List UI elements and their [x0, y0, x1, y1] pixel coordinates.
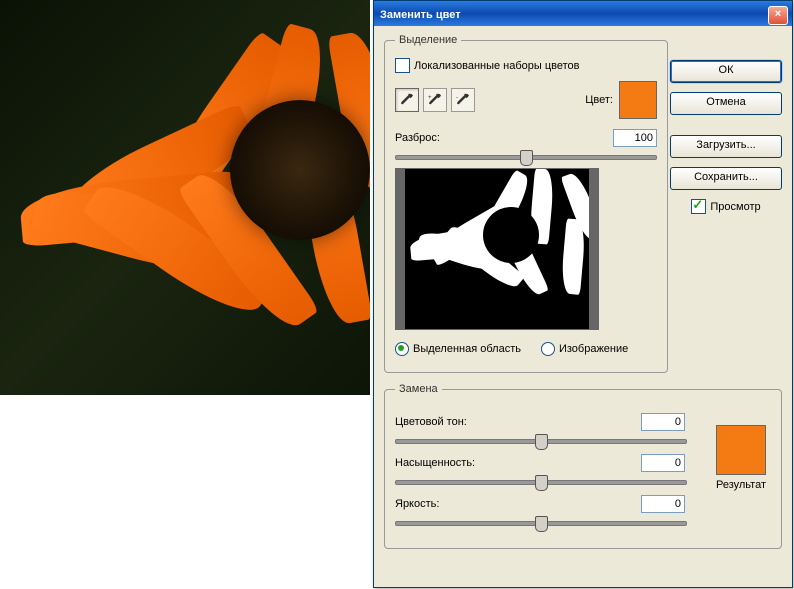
saturation-slider[interactable] — [395, 480, 687, 485]
selection-color-swatch[interactable] — [619, 81, 657, 119]
hue-input[interactable] — [641, 413, 685, 431]
replacement-group: Замена Цветовой тон: Насыщенность: Яркос… — [384, 383, 782, 549]
fuzziness-input[interactable] — [613, 129, 657, 147]
selection-preview — [395, 168, 599, 330]
dialog-title: Заменить цвет — [380, 9, 461, 21]
lightness-input[interactable] — [641, 495, 685, 513]
localized-checkbox-row[interactable]: Локализованные наборы цветов — [395, 58, 657, 73]
save-button[interactable]: Сохранить... — [670, 167, 782, 190]
svg-text:+: + — [428, 94, 432, 101]
localized-checkbox[interactable] — [395, 58, 410, 73]
radio-image[interactable]: Изображение — [541, 342, 628, 356]
hue-label: Цветовой тон: — [395, 416, 467, 428]
result-column: Результат — [709, 425, 773, 491]
radio-selection-label: Выделенная область — [413, 343, 521, 355]
radio-selection[interactable]: Выделенная область — [395, 342, 521, 356]
eyedropper-group: + - — [395, 88, 475, 112]
saturation-label: Насыщенность: — [395, 457, 475, 469]
eyedropper-subtract-icon[interactable]: - — [451, 88, 475, 112]
lightness-label: Яркость: — [395, 498, 439, 510]
saturation-slider-thumb[interactable] — [535, 475, 548, 491]
selection-group: Выделение Локализованные наборы цветов +… — [384, 34, 668, 373]
close-icon: × — [775, 8, 781, 20]
ok-button[interactable]: ОК — [670, 60, 782, 83]
dialog-titlebar[interactable]: Заменить цвет × — [374, 1, 792, 26]
radio-image-input[interactable] — [541, 342, 555, 356]
replacement-legend: Замена — [395, 383, 442, 395]
document-image — [0, 0, 370, 395]
preview-checkbox-label: Просмотр — [710, 201, 760, 213]
close-button[interactable]: × — [768, 6, 788, 25]
result-color-swatch[interactable] — [716, 425, 766, 475]
fuzziness-slider[interactable] — [395, 155, 657, 160]
load-button[interactable]: Загрузить... — [670, 135, 782, 158]
localized-checkbox-label: Локализованные наборы цветов — [414, 60, 580, 72]
radio-image-label: Изображение — [559, 343, 628, 355]
selection-legend: Выделение — [395, 34, 461, 46]
hue-slider[interactable] — [395, 439, 687, 444]
cancel-button[interactable]: Отмена — [670, 92, 782, 115]
fuzziness-label: Разброс: — [395, 132, 440, 144]
svg-text:-: - — [456, 94, 458, 101]
saturation-input[interactable] — [641, 454, 685, 472]
eyedropper-add-icon[interactable]: + — [423, 88, 447, 112]
replace-color-dialog: Заменить цвет × ОК Отмена Загрузить... С… — [373, 0, 793, 588]
lightness-slider[interactable] — [395, 521, 687, 526]
dialog-buttons-column: ОК Отмена Загрузить... Сохранить... Прос… — [670, 60, 782, 218]
eyedropper-icon[interactable] — [395, 88, 419, 112]
result-label: Результат — [716, 479, 766, 491]
hue-slider-thumb[interactable] — [535, 434, 548, 450]
preview-checkbox[interactable] — [691, 199, 706, 214]
fuzziness-slider-thumb[interactable] — [520, 150, 533, 166]
color-label: Цвет: — [585, 94, 613, 106]
radio-selection-input[interactable] — [395, 342, 409, 356]
lightness-slider-thumb[interactable] — [535, 516, 548, 532]
